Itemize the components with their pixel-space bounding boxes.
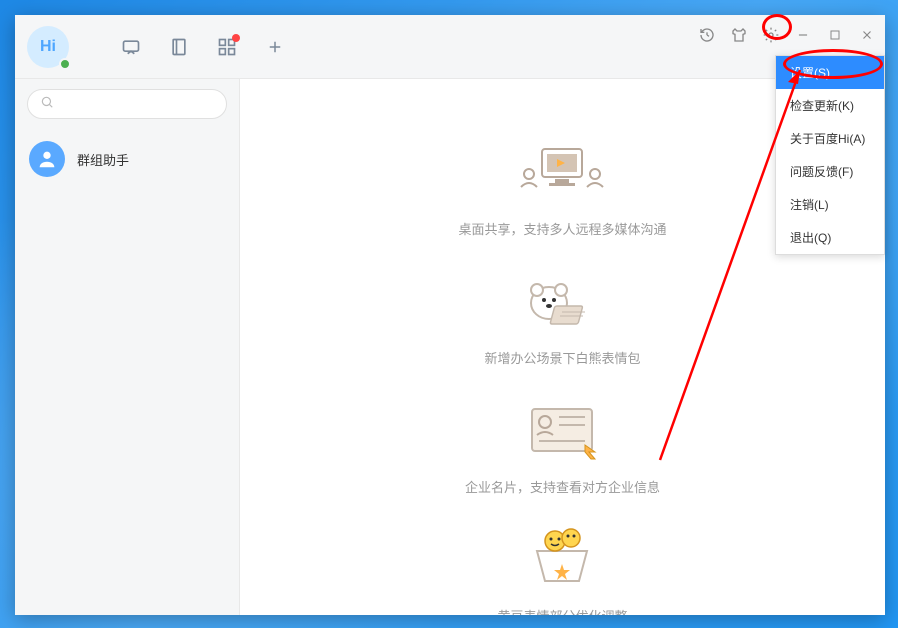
- apps-icon[interactable]: [217, 37, 237, 57]
- bear-illustration: [507, 268, 617, 338]
- menu-logout[interactable]: 注销(L): [776, 188, 884, 221]
- skin-icon[interactable]: [729, 25, 749, 45]
- contact-item[interactable]: 群组助手: [15, 131, 239, 187]
- feature-business-card: 企业名片，支持查看对方企业信息: [465, 397, 660, 496]
- nav-icons: [121, 37, 285, 57]
- menu-about[interactable]: 关于百度Hi(A): [776, 122, 884, 155]
- search-box[interactable]: [27, 89, 227, 119]
- emoji-illustration: [507, 526, 617, 596]
- menu-feedback[interactable]: 问题反馈(F): [776, 155, 884, 188]
- main-window: Hi: [15, 15, 885, 615]
- search-input[interactable]: [60, 97, 215, 111]
- menu-exit[interactable]: 退出(Q): [776, 221, 884, 254]
- app-logo[interactable]: Hi: [27, 26, 69, 68]
- contacts-icon[interactable]: [169, 37, 189, 57]
- feature-text: 黄豆表情部分优化调整: [497, 606, 627, 615]
- feature-bear-sticker: 新增办公场景下白熊表情包: [484, 268, 640, 367]
- maximize-icon[interactable]: [825, 25, 845, 45]
- chat-icon[interactable]: [121, 37, 141, 57]
- feature-text: 新增办公场景下白熊表情包: [484, 348, 640, 367]
- settings-dropdown: 设置(S) 检查更新(K) 关于百度Hi(A) 问题反馈(F) 注销(L) 退出…: [775, 55, 885, 255]
- logo-text: Hi: [40, 38, 56, 56]
- feature-text: 桌面共享，支持多人远程多媒体沟通: [458, 219, 666, 238]
- search-icon: [40, 95, 54, 114]
- add-icon[interactable]: [265, 37, 285, 57]
- menu-check-update[interactable]: 检查更新(K): [776, 89, 884, 122]
- window-body: 群组助手 桌面共享，: [15, 79, 885, 615]
- close-icon[interactable]: [857, 25, 877, 45]
- feature-emoji: 黄豆表情部分优化调整: [497, 526, 627, 615]
- minimize-icon[interactable]: [793, 25, 813, 45]
- menu-settings[interactable]: 设置(S): [776, 56, 884, 89]
- feature-text: 企业名片，支持查看对方企业信息: [465, 477, 660, 496]
- status-online-badge: [59, 58, 71, 70]
- contact-name: 群组助手: [77, 150, 129, 169]
- feature-screen-share: 桌面共享，支持多人远程多媒体沟通: [458, 139, 666, 238]
- window-controls: [697, 25, 877, 45]
- sidebar: 群组助手: [15, 79, 240, 615]
- history-icon[interactable]: [697, 25, 717, 45]
- screen-share-illustration: [507, 139, 617, 209]
- notification-dot: [232, 34, 240, 42]
- avatar: [29, 141, 65, 177]
- card-illustration: [507, 397, 617, 467]
- gear-icon[interactable]: [761, 25, 781, 45]
- titlebar: Hi: [15, 15, 885, 79]
